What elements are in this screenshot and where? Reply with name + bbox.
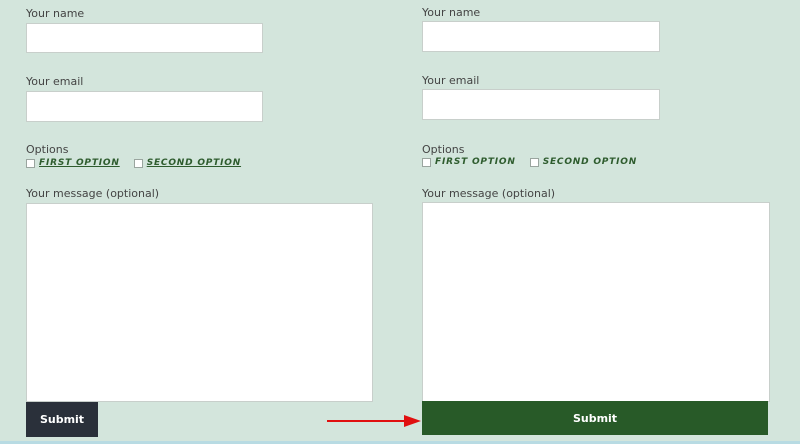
option-second[interactable]: SECOND OPTION [133, 158, 242, 168]
message-textarea[interactable] [422, 202, 770, 402]
checkbox-first-option[interactable] [422, 157, 431, 167]
message-textarea[interactable] [26, 203, 373, 402]
option-first-label: FIRST OPTION [39, 158, 120, 168]
name-label: Your name [26, 7, 85, 20]
option-first[interactable]: FIRST OPTION [26, 158, 120, 168]
name-input[interactable] [422, 21, 660, 52]
checkbox-second-option[interactable] [133, 158, 143, 168]
checkbox-first-option[interactable] [26, 158, 35, 168]
option-first[interactable]: FIRST OPTION [422, 157, 516, 167]
submit-button[interactable]: Submit [26, 402, 98, 437]
name-label: Your name [422, 6, 481, 19]
email-label: Your email [422, 74, 480, 87]
message-label: Your message (optional) [26, 187, 160, 200]
checkbox-second-option[interactable] [529, 157, 539, 167]
option-second-label: SECOND OPTION [146, 158, 242, 168]
option-second[interactable]: SECOND OPTION [529, 157, 638, 167]
options-label: Options [26, 143, 69, 156]
arrow-right-icon [327, 415, 421, 427]
options-group: FIRST OPTION SECOND OPTION [422, 155, 651, 169]
name-input[interactable] [26, 23, 263, 53]
submit-button[interactable]: Submit [422, 401, 768, 435]
message-label: Your message (optional) [422, 187, 556, 200]
email-input[interactable] [26, 91, 263, 122]
option-first-label: FIRST OPTION [435, 157, 516, 167]
email-label: Your email [26, 75, 84, 88]
email-input[interactable] [422, 89, 660, 120]
option-second-label: SECOND OPTION [542, 157, 638, 167]
options-group: FIRST OPTION SECOND OPTION [26, 156, 255, 170]
